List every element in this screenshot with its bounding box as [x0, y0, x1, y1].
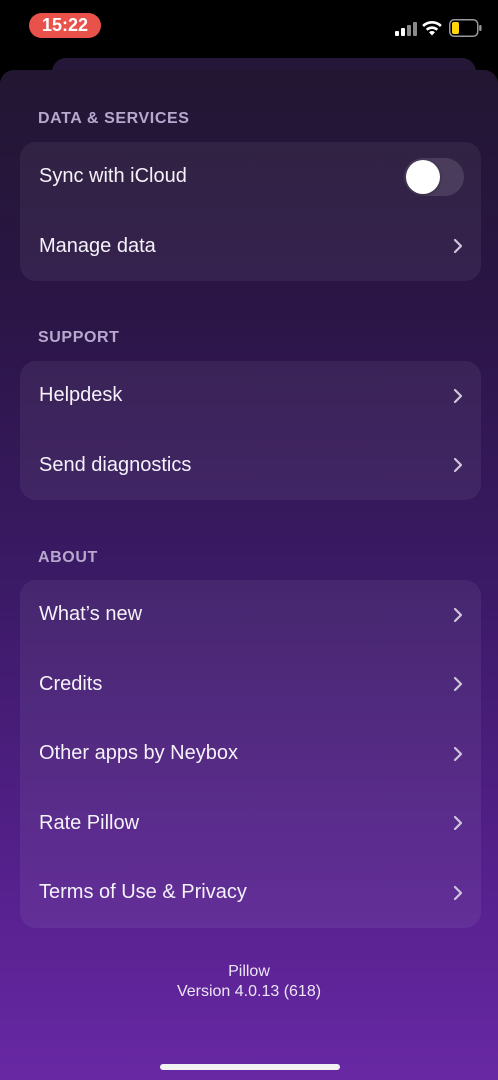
row-whats-new[interactable]: What’s new — [20, 580, 481, 650]
group-about: What’s new Credits Other apps by Neybox … — [20, 580, 481, 928]
home-indicator[interactable] — [160, 1064, 340, 1070]
wifi-icon — [422, 20, 442, 36]
chevron-right-icon — [453, 607, 463, 622]
row-helpdesk[interactable]: Helpdesk — [20, 361, 481, 431]
section-header-support: SUPPORT — [38, 329, 120, 346]
signal-icon — [395, 22, 417, 36]
chevron-right-icon — [453, 816, 463, 831]
row-label: Rate Pillow — [39, 811, 140, 834]
chevron-right-icon — [453, 746, 463, 761]
row-label: Send diagnostics — [39, 453, 192, 476]
chevron-right-icon — [453, 885, 463, 900]
row-sync-icloud[interactable]: Sync with iCloud — [20, 142, 481, 212]
group-support: Helpdesk Send diagnostics — [20, 361, 481, 500]
toggle-knob — [406, 159, 440, 194]
row-label: Other apps by Neybox — [39, 742, 238, 765]
app-version: Version 4.0.13 (618) — [176, 983, 322, 1000]
row-label: Sync with iCloud — [39, 165, 187, 188]
status-bar: 15:22 — [0, 0, 498, 60]
settings-sheet: DATA & SERVICES Sync with iCloud Manage … — [0, 70, 498, 1080]
row-manage-data[interactable]: Manage data — [20, 212, 481, 282]
section-header-about: ABOUT — [38, 549, 98, 566]
app-name: Pillow — [228, 963, 270, 980]
row-label: Manage data — [39, 234, 156, 257]
section-header-data-services: DATA & SERVICES — [38, 110, 190, 127]
app-version-footer: Pillow Version 4.0.13 (618) — [0, 962, 498, 1002]
group-data-services: Sync with iCloud Manage data — [20, 142, 481, 281]
sync-icloud-toggle[interactable] — [404, 157, 464, 196]
chevron-right-icon — [453, 677, 463, 692]
row-label: What’s new — [39, 603, 143, 626]
status-time[interactable]: 15:22 — [29, 13, 101, 38]
row-label: Terms of Use & Privacy — [39, 881, 247, 904]
row-label: Credits — [39, 672, 103, 695]
row-send-diagnostics[interactable]: Send diagnostics — [20, 431, 481, 501]
battery-icon — [449, 19, 482, 37]
row-label: Helpdesk — [39, 384, 123, 407]
row-other-apps[interactable]: Other apps by Neybox — [20, 719, 481, 789]
chevron-right-icon — [453, 388, 463, 403]
row-terms-privacy[interactable]: Terms of Use & Privacy — [20, 858, 481, 928]
chevron-right-icon — [453, 458, 463, 473]
row-credits[interactable]: Credits — [20, 650, 481, 720]
chevron-right-icon — [453, 239, 463, 254]
row-rate-pillow[interactable]: Rate Pillow — [20, 789, 481, 859]
screen: 15:22 DATA & SERVICES Sync with iCloud M… — [0, 0, 498, 1080]
